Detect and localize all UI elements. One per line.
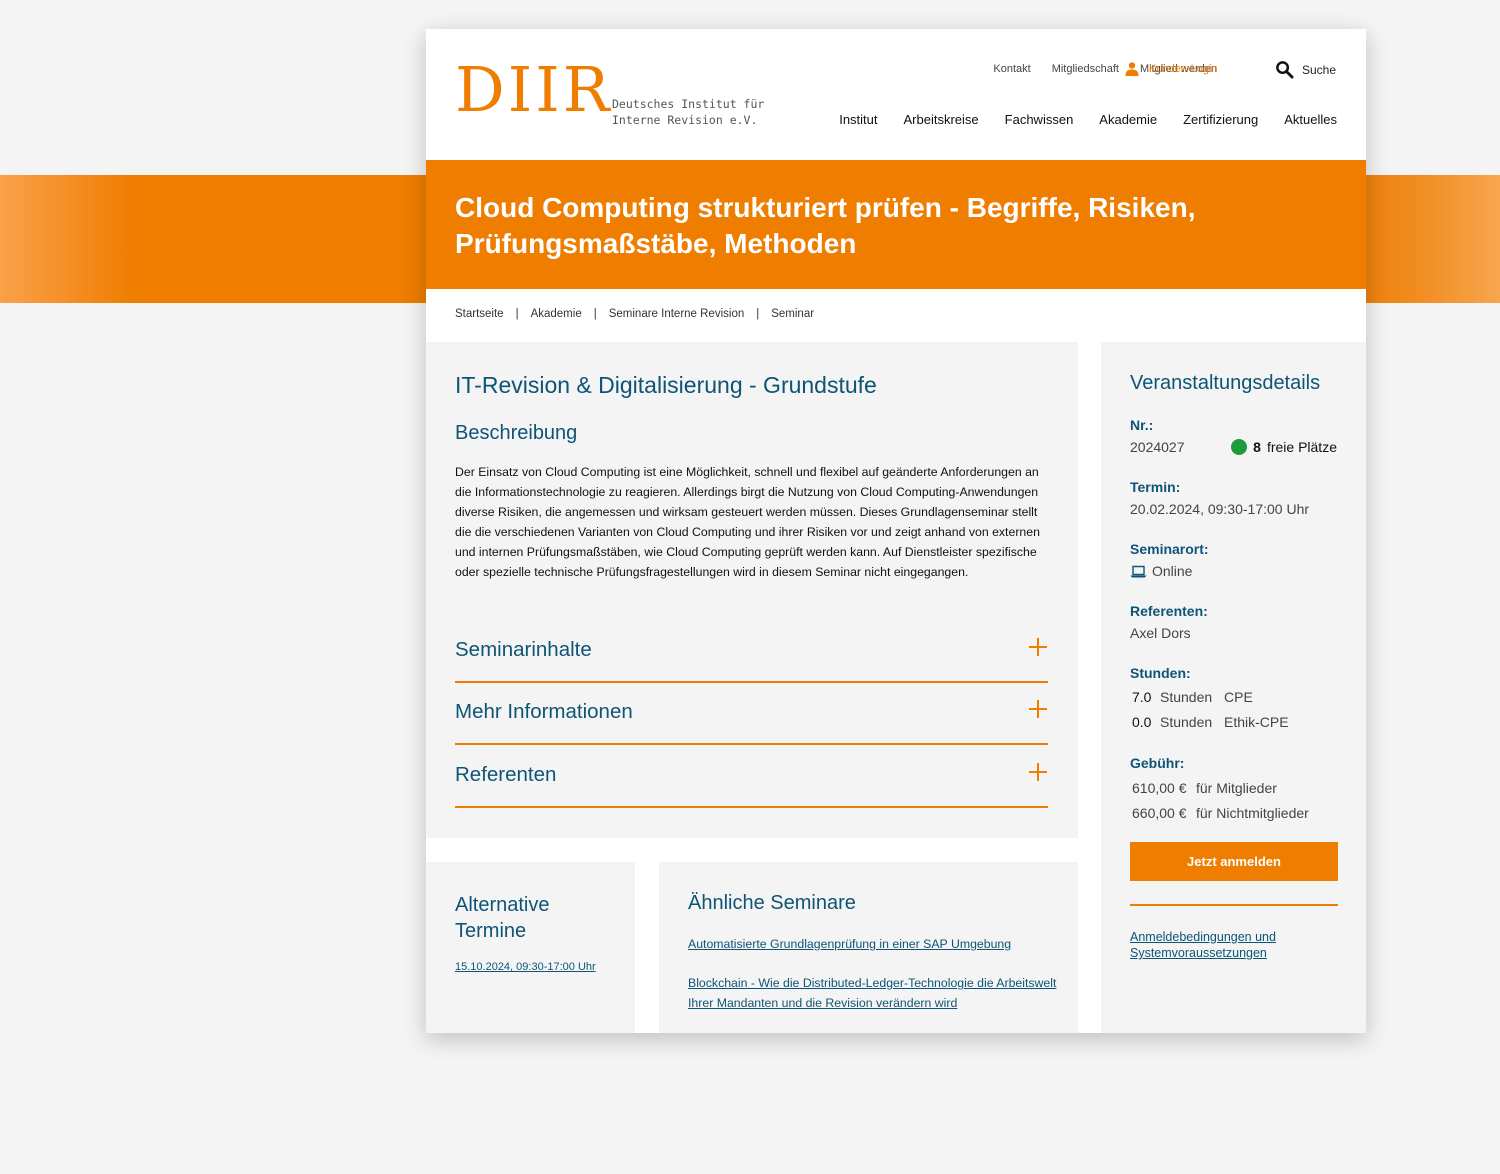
seminarort-label: Seminarort:	[1130, 541, 1209, 557]
nr-value: 2024027	[1130, 439, 1185, 455]
breadcrumb-seminar: Seminar	[771, 308, 815, 320]
seminar-category: IT-Revision & Digitalisierung - Grundstu…	[455, 372, 877, 398]
page-title: Cloud Computing strukturiert prüfen - Be…	[455, 192, 1196, 259]
accordion-referenten[interactable]: Referenten	[455, 746, 1048, 808]
search-label: Suche	[1301, 62, 1336, 77]
nav-item-aktuelles[interactable]: Aktuelles	[1284, 112, 1337, 127]
stunden-row-cpe: 7.0 Stunden CPE	[1132, 689, 1253, 705]
alternative-dates-card: Alternative Termine 15.10.2024, 09:30-17…	[426, 862, 635, 1033]
accordion-label: Mehr Informationen	[455, 700, 633, 723]
nav-item-institut[interactable]: Institut	[839, 112, 877, 127]
nav-item-fachwissen[interactable]: Fachwissen	[1005, 112, 1074, 127]
breadcrumb-separator: |	[756, 308, 760, 320]
gebuehr-for: für Nichtmitglieder	[1196, 805, 1309, 821]
diir-logo[interactable]: DIIR Deutsches Institut für Interne Revi…	[455, 53, 764, 128]
breadcrumb-separator: |	[593, 308, 597, 320]
breadcrumb-separator: |	[515, 308, 519, 320]
plus-icon	[1029, 700, 1047, 718]
divider	[1130, 904, 1338, 906]
stunden-label: Stunden:	[1130, 665, 1191, 681]
stunden-value: 0.0	[1132, 714, 1152, 730]
main-navigation: Institut Arbeitskreise Fachwissen Akadem…	[839, 112, 1337, 127]
stunden-unit: Stunden	[1160, 689, 1213, 705]
nav-item-zertifizierung[interactable]: Zertifizierung	[1183, 112, 1258, 127]
accordion-label: Referenten	[455, 763, 557, 786]
alternative-dates-heading: Alternative Termine	[455, 894, 550, 942]
availability-indicator: 8 freie Plätze	[1231, 439, 1337, 455]
seminar-description: Der Einsatz von Cloud Computing ist eine…	[455, 465, 1040, 579]
laptop-icon	[1130, 565, 1147, 577]
gebuehr-for: für Mitglieder	[1196, 780, 1277, 796]
logo-text-line1: Deutsches Institut für	[612, 97, 765, 111]
breadcrumb-startseite[interactable]: Startseite	[455, 308, 504, 320]
similar-seminars-heading: Ähnliche Seminare	[688, 892, 856, 914]
accordion-label: Seminarinhalte	[455, 638, 592, 661]
event-details-panel: Veranstaltungsdetails Nr.: 2024027 8 fre…	[1101, 342, 1366, 1033]
referenten-value: Axel Dors	[1130, 625, 1191, 641]
description-heading: Beschreibung	[455, 422, 578, 444]
breadcrumb: Startseite | Akademie | Seminare Interne…	[455, 308, 814, 320]
terms-link[interactable]: Anmeldebedingungen und Systemvoraussetzu…	[1130, 929, 1338, 961]
plus-icon	[1029, 638, 1047, 656]
customer-login-label: Kunden-Login	[1149, 63, 1218, 75]
gebuehr-label: Gebühr:	[1130, 755, 1185, 771]
user-icon	[1125, 62, 1139, 76]
stunden-type: Ethik-CPE	[1224, 714, 1289, 730]
seminar-content: IT-Revision & Digitalisierung - Grundstu…	[426, 342, 1078, 838]
gebuehr-price: 610,00 €	[1132, 780, 1187, 796]
logo-mark: DIIR	[455, 53, 613, 126]
accordion-mehr-informationen[interactable]: Mehr Informationen	[455, 683, 1048, 745]
seminarort-value: Online	[1130, 563, 1192, 579]
stunden-unit: Stunden	[1160, 714, 1213, 730]
stunden-type: CPE	[1224, 689, 1253, 705]
details-heading: Veranstaltungsdetails	[1130, 372, 1321, 394]
gebuehr-row-mitglieder: 610,00 € für Mitglieder	[1132, 780, 1277, 796]
stunden-row-ethik: 0.0 Stunden Ethik-CPE	[1132, 714, 1289, 730]
search-icon	[1276, 61, 1294, 79]
termin-label: Termin:	[1130, 479, 1181, 495]
register-button[interactable]: Jetzt anmelden	[1130, 842, 1338, 881]
plus-icon	[1029, 763, 1047, 781]
hero-banner: Cloud Computing strukturiert prüfen - Be…	[426, 160, 1366, 289]
nav-link-kontakt[interactable]: Kontakt	[993, 63, 1030, 75]
website-window: DIIR Deutsches Institut für Interne Revi…	[426, 29, 1366, 1033]
breadcrumb-seminare[interactable]: Seminare Interne Revision	[609, 308, 745, 320]
status-dot-icon	[1231, 439, 1248, 455]
customer-login-link[interactable]: Kunden-Login	[1124, 61, 1218, 77]
gebuehr-row-nichtmitglieder: 660,00 € für Nichtmitglieder	[1132, 805, 1309, 821]
gebuehr-price: 660,00 €	[1132, 805, 1187, 821]
seminarort-text: Online	[1152, 563, 1193, 579]
places-label: freie Plätze	[1266, 439, 1337, 455]
nr-label: Nr.:	[1130, 417, 1154, 433]
termin-value: 20.02.2024, 09:30-17:00 Uhr	[1130, 501, 1310, 517]
search-button[interactable]: Suche	[1275, 60, 1336, 79]
nav-item-arbeitskreise[interactable]: Arbeitskreise	[904, 112, 979, 127]
similar-seminar-link[interactable]: Blockchain - Wie die Distributed-Ledger-…	[688, 973, 1058, 1013]
alternative-date-link[interactable]: 15.10.2024, 09:30-17:00 Uhr	[455, 961, 596, 973]
nav-item-akademie[interactable]: Akademie	[1099, 112, 1157, 127]
logo-text-line2: Interne Revision e.V.	[612, 113, 758, 127]
logo-text: Deutsches Institut für Interne Revision …	[612, 96, 782, 128]
referenten-label: Referenten:	[1130, 603, 1208, 619]
places-count: 8	[1253, 439, 1261, 455]
nav-link-mitgliedschaft[interactable]: Mitgliedschaft	[1052, 63, 1119, 75]
similar-seminar-link[interactable]: Automatisierte Grundlagenprüfung in eine…	[688, 934, 1058, 954]
breadcrumb-akademie[interactable]: Akademie	[531, 308, 582, 320]
similar-seminars-card: Ähnliche Seminare Automatisierte Grundla…	[659, 862, 1078, 1033]
stunden-value: 7.0	[1132, 689, 1152, 705]
accordion-seminarinhalte[interactable]: Seminarinhalte	[455, 621, 1048, 683]
